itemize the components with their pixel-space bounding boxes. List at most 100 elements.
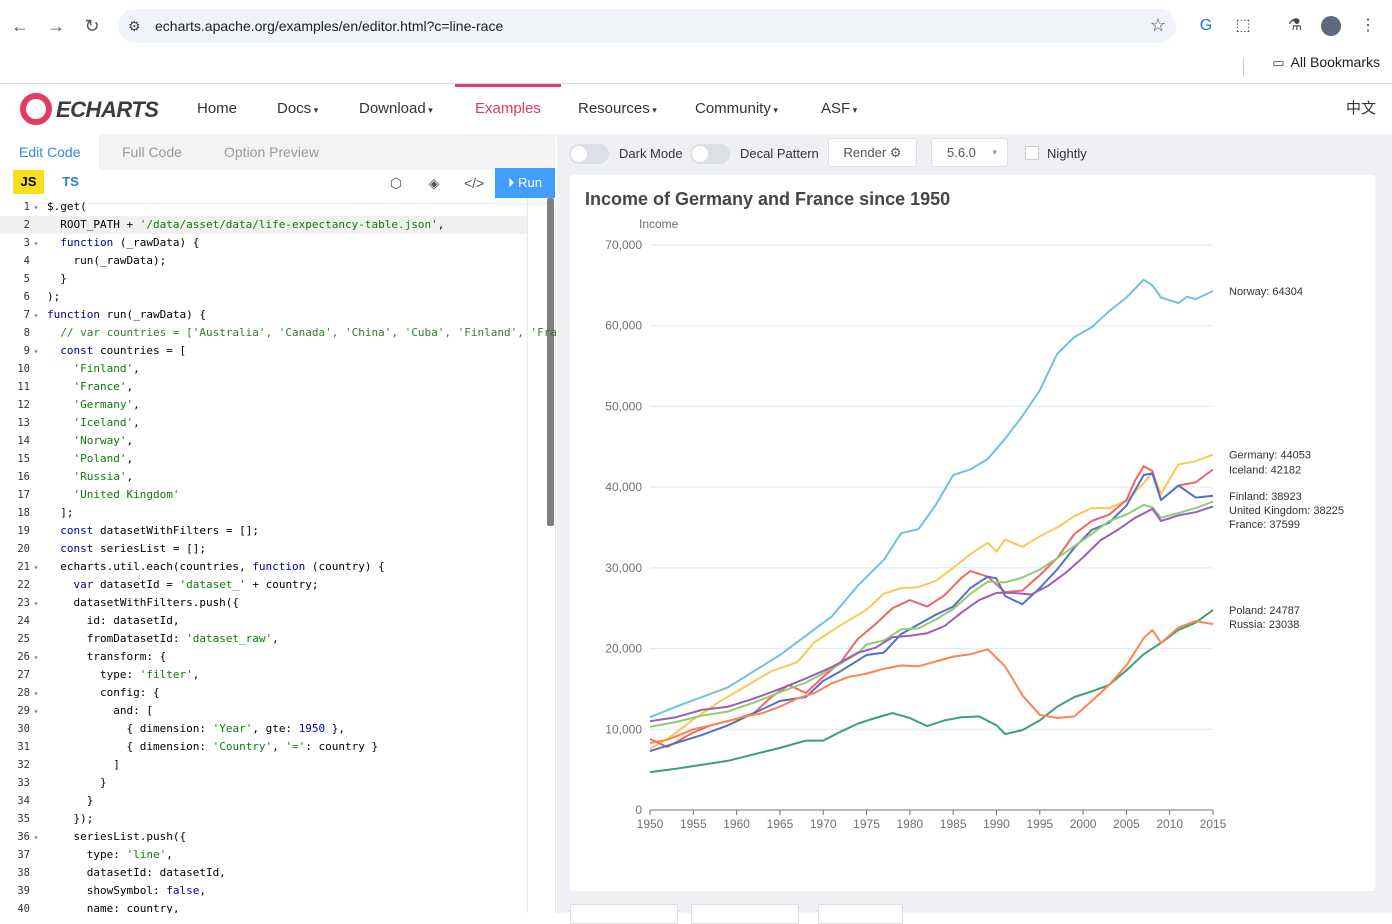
- dark-mode-toggle[interactable]: [569, 144, 609, 164]
- logo-text: ECHARTS: [56, 97, 159, 122]
- code-line[interactable]: 14 'Norway',: [0, 432, 527, 450]
- code-line[interactable]: 19 const datasetWithFilters = [];: [0, 522, 527, 540]
- line-number: 16: [17, 471, 30, 483]
- code-line[interactable]: 40 name: country,: [0, 900, 527, 913]
- back-icon[interactable]: ←: [8, 14, 32, 38]
- fold-icon[interactable]: ▾: [30, 829, 42, 847]
- bookmark-star-icon[interactable]: ☆: [1150, 15, 1166, 36]
- code-line[interactable]: 12 'Germany',: [0, 396, 527, 414]
- code-line[interactable]: 29 ▾ and: [: [0, 702, 527, 720]
- code-line[interactable]: 36 ▾ seriesList.push({: [0, 828, 527, 846]
- fold-icon[interactable]: ▾: [30, 199, 42, 217]
- code-line[interactable]: 21 ▾ echarts.util.each(countries, functio…: [0, 558, 527, 576]
- code-line[interactable]: 10 'Finland',: [0, 360, 527, 378]
- tab-option-preview[interactable]: Option Preview: [205, 134, 338, 170]
- fold-icon[interactable]: ▾: [30, 235, 42, 253]
- fold-icon[interactable]: ▾: [30, 703, 42, 721]
- nav-resources[interactable]: Resources ▾: [578, 84, 657, 134]
- code-line[interactable]: 35 });: [0, 810, 527, 828]
- folder-icon: ▭: [1272, 55, 1285, 70]
- run-button[interactable]: ⏵ Run: [495, 168, 555, 198]
- download-button[interactable]: [570, 904, 678, 924]
- code-line[interactable]: 7 ▾ function run(_rawData) {: [0, 306, 527, 324]
- code-line[interactable]: 25 fromDatasetId: 'dataset_raw',: [0, 630, 527, 648]
- line-number: 27: [17, 669, 30, 681]
- code-line[interactable]: 6);: [0, 288, 527, 306]
- code-line[interactable]: 1 ▾ $.get(: [0, 198, 527, 216]
- screenshot-button[interactable]: [691, 904, 799, 924]
- code-line[interactable]: 8 // var countries = ['Australia', 'Cana…: [0, 324, 556, 342]
- cube-icon[interactable]: ◈: [425, 174, 443, 192]
- line-number: 23: [17, 597, 30, 609]
- code-line[interactable]: 22 var datasetId = 'dataset_' + country;: [0, 576, 527, 594]
- nav-download[interactable]: Download ▾: [359, 84, 433, 134]
- render-button[interactable]: Render ⚙: [828, 138, 917, 167]
- fold-icon[interactable]: ▾: [30, 343, 42, 361]
- code-line[interactable]: 9 ▾ const countries = [: [0, 342, 527, 360]
- reload-icon[interactable]: ↻: [80, 14, 104, 38]
- code-text: ROOT_PATH + '/data/asset/data/life-expec…: [47, 218, 445, 231]
- avatar[interactable]: [1319, 14, 1343, 38]
- code-line[interactable]: 23 ▾ datasetWithFilters.push({: [0, 594, 527, 612]
- nav-examples[interactable]: Examples: [455, 84, 561, 134]
- translate-icon[interactable]: G: [1194, 14, 1218, 38]
- code-line[interactable]: 2 ROOT_PATH + '/data/asset/data/life-exp…: [0, 216, 527, 234]
- code-line[interactable]: 17 'United Kingdom': [0, 486, 527, 504]
- code-line[interactable]: 30 { dimension: 'Year', gte: 1950 },: [0, 720, 527, 738]
- code-line[interactable]: 32 ]: [0, 756, 527, 774]
- line-number: 4: [23, 255, 30, 267]
- code-line[interactable]: 27 type: 'filter',: [0, 666, 527, 684]
- labs-icon[interactable]: ⚗: [1283, 14, 1307, 38]
- version-select[interactable]: 5.6.0 ▾: [931, 138, 1008, 167]
- tab-full-code[interactable]: Full Code: [103, 134, 201, 170]
- site-info-icon[interactable]: ⚙: [128, 17, 146, 35]
- code-line[interactable]: 37 type: 'line',: [0, 846, 527, 864]
- lang-js-button[interactable]: JS: [13, 170, 44, 194]
- menu-icon[interactable]: ⋮: [1356, 14, 1380, 38]
- code-line[interactable]: 20 const seriesList = [];: [0, 540, 527, 558]
- code-line[interactable]: 3 ▾ function (_rawData) {: [0, 234, 527, 252]
- code-line[interactable]: 28 ▾ config: {: [0, 684, 527, 702]
- code-editor[interactable]: 1 ▾ $.get(2 ROOT_PATH + '/data/asset/data/…: [0, 198, 556, 913]
- fold-icon[interactable]: ▾: [30, 685, 42, 703]
- code-line[interactable]: 15 'Poland',: [0, 450, 527, 468]
- code-line[interactable]: 26 ▾ transform: {: [0, 648, 527, 666]
- code-line[interactable]: 13 'Iceland',: [0, 414, 527, 432]
- extensions-icon[interactable]: ⬚: [1231, 14, 1255, 38]
- address-bar[interactable]: ⚙ echarts.apache.org/examples/en/editor.…: [118, 9, 1176, 43]
- nav-asf[interactable]: ASF ▾: [821, 84, 857, 134]
- share-button[interactable]: [818, 904, 903, 924]
- code-text: );: [47, 290, 61, 303]
- code-line[interactable]: 33 }: [0, 774, 527, 792]
- tab-edit-code[interactable]: Edit Code: [0, 134, 100, 170]
- code-line[interactable]: 24 id: datasetId,: [0, 612, 527, 630]
- code-line[interactable]: 16 'Russia',: [0, 468, 527, 486]
- decal-toggle[interactable]: [690, 144, 730, 164]
- code-line[interactable]: 31 { dimension: 'Country', '=': country …: [0, 738, 527, 756]
- nav-community[interactable]: Community ▾: [695, 84, 778, 134]
- all-bookmarks[interactable]: ▭ All Bookmarks: [1272, 54, 1380, 71]
- code-line[interactable]: 34 }: [0, 792, 527, 810]
- language-switch[interactable]: 中文: [1346, 84, 1376, 134]
- editor-scrollbar[interactable]: [547, 198, 554, 526]
- code-line[interactable]: 11 'France',: [0, 378, 527, 396]
- code-line[interactable]: 39 showSymbol: false,: [0, 882, 527, 900]
- lang-ts-button[interactable]: TS: [55, 170, 86, 194]
- code-line[interactable]: 4 run(_rawData);: [0, 252, 527, 270]
- code-line[interactable]: 18 ];: [0, 504, 527, 522]
- fold-icon[interactable]: ▾: [30, 649, 42, 667]
- nav-docs[interactable]: Docs ▾: [277, 84, 318, 134]
- fold-icon[interactable]: ▾: [30, 559, 42, 577]
- nightly-checkbox[interactable]: [1025, 146, 1039, 160]
- code-text: }: [47, 776, 107, 789]
- fold-icon[interactable]: ▾: [30, 307, 42, 325]
- code-line[interactable]: 38 datasetId: datasetId,: [0, 864, 527, 882]
- line-chart: Income of Germany and France since 1950 I…: [585, 189, 1344, 831]
- code-icon[interactable]: </>: [464, 174, 484, 192]
- nav-home[interactable]: Home: [197, 84, 237, 134]
- code-text: const datasetWithFilters = [];: [60, 524, 259, 537]
- forward-icon[interactable]: →: [44, 14, 68, 38]
- fold-icon[interactable]: ▾: [30, 595, 42, 613]
- code-line[interactable]: 5 }: [0, 270, 527, 288]
- format-icon[interactable]: ⬡: [387, 174, 405, 192]
